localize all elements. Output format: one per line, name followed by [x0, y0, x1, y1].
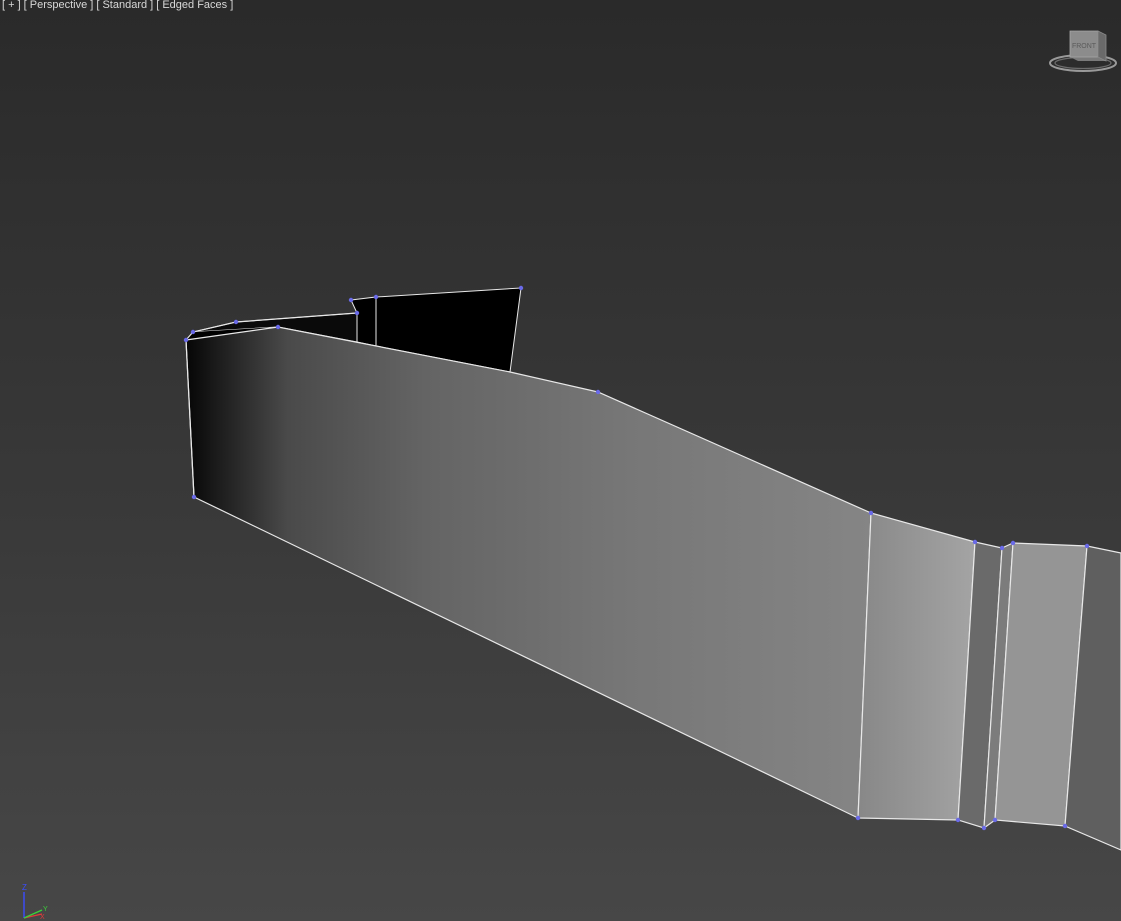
axis-z-label: Z: [22, 883, 27, 892]
panel-segment-a[interactable]: [857, 512, 976, 821]
vertex: [354, 310, 360, 316]
viewcube-face-label: FRONT: [1072, 43, 1097, 50]
vertex: [981, 825, 987, 831]
vertex: [1084, 543, 1090, 549]
vertex: [999, 545, 1005, 551]
axis-y-label: Y: [43, 906, 48, 913]
vertex: [373, 294, 379, 300]
vertex: [190, 329, 196, 335]
viewcube-icon[interactable]: FRONT: [1048, 25, 1118, 77]
scene-mesh[interactable]: [0, 0, 1121, 921]
vertex: [955, 817, 961, 823]
vertex: [348, 297, 354, 303]
main-side-face[interactable]: [185, 326, 872, 819]
vertex: [595, 389, 601, 395]
vertex: [191, 494, 197, 500]
vertex: [972, 539, 978, 545]
vertex: [183, 337, 189, 343]
vertex: [233, 319, 239, 325]
vertex: [868, 510, 874, 516]
vertex: [855, 815, 861, 821]
perspective-viewport[interactable]: [ + ] [ Perspective ] [ Standard ] [ Edg…: [0, 0, 1121, 921]
vertex: [275, 324, 281, 330]
axis-tripod-icon: Z X Y: [22, 883, 48, 920]
vertex: [518, 285, 524, 291]
vertex: [1062, 823, 1068, 829]
vertex: [992, 817, 998, 823]
axis-x-label: X: [40, 914, 45, 920]
vertex: [1010, 540, 1016, 546]
